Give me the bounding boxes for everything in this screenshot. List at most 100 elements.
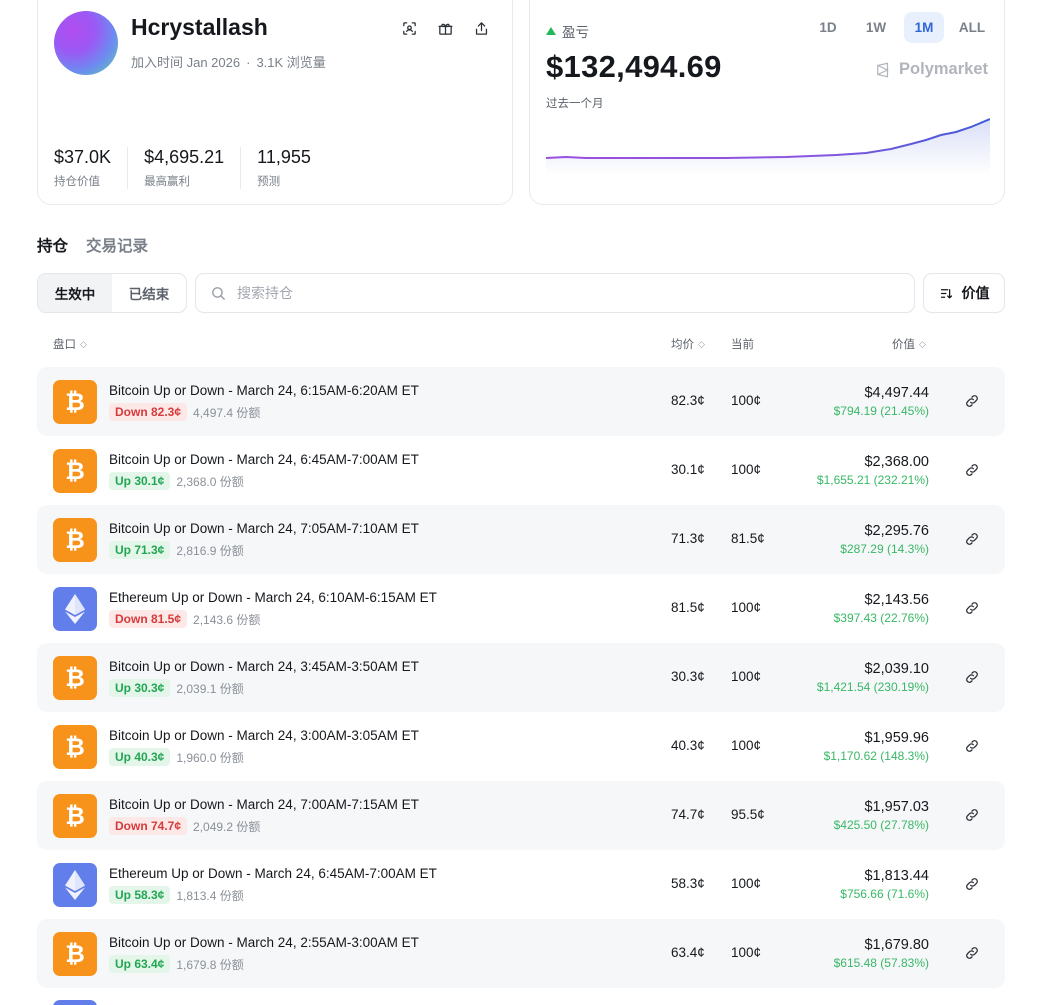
outcome-badge: Down 81.5¢: [109, 610, 188, 628]
range-1w[interactable]: 1W: [856, 12, 896, 43]
ethereum-icon: [53, 863, 97, 907]
filter-closed[interactable]: 已结束: [112, 274, 186, 312]
table-row[interactable]: ₿ Bitcoin Up or Down - March 24, 2:55AM-3…: [37, 919, 1005, 988]
value-gain: $397.43 (22.76%): [833, 611, 929, 625]
up-triangle-icon: [546, 27, 556, 35]
share-count: 2,368.0 份额: [176, 474, 244, 489]
sort-toggle-icon: ◇: [919, 338, 926, 349]
link-icon[interactable]: [964, 531, 980, 547]
market-title[interactable]: Bitcoin Up or Down - March 24, 6:45AM-7:…: [109, 452, 419, 467]
current-price: 95.5¢: [731, 807, 765, 822]
market-title[interactable]: Ethereum Up or Down - March 24, 6:10AM-6…: [109, 590, 437, 605]
position-value: $2,368.00 $1,655.21 (232.21%): [817, 454, 929, 487]
pnl-label-text: 盈亏: [562, 25, 589, 40]
outcome-badge: Up 63.4¢: [109, 955, 171, 973]
range-1m[interactable]: 1M: [904, 12, 944, 43]
bitcoin-symbol: ₿: [65, 939, 85, 968]
header-value[interactable]: 价值 ◇: [892, 336, 926, 352]
current-price: 100¢: [731, 393, 762, 408]
share-count: 2,039.1 份额: [176, 681, 244, 696]
sort-button[interactable]: 价值: [923, 273, 1005, 313]
bitcoin-symbol: ₿: [65, 732, 85, 761]
position-details: Up 30.3¢ 2,039.1 份额: [109, 679, 244, 697]
avatar[interactable]: [54, 11, 118, 75]
value-gain: $287.29 (14.3%): [840, 542, 929, 556]
range-1d[interactable]: 1D: [808, 12, 848, 43]
sort-label: 价值: [961, 285, 990, 301]
share-count: 1,960.0 份额: [176, 750, 244, 765]
link-icon[interactable]: [964, 669, 980, 685]
status-filter: 生效中 已结束: [37, 273, 187, 313]
share-count: 4,497.4 份额: [193, 405, 261, 420]
link-icon[interactable]: [964, 738, 980, 754]
ethereum-icon: [53, 587, 97, 631]
stat-value: $37.0K: [54, 147, 112, 167]
ethereum-symbol: [65, 870, 85, 900]
pnl-period: 过去一个月: [546, 98, 604, 110]
avg-price: 82.3¢: [671, 393, 705, 408]
range-all[interactable]: ALL: [952, 12, 992, 43]
link-icon[interactable]: [964, 807, 980, 823]
table-row[interactable]: Ethereum Up or Down - March 24, 6:10AM-6…: [37, 574, 1005, 643]
link-icon[interactable]: [964, 393, 980, 409]
table-row[interactable]: ₿ Bitcoin Up or Down - March 24, 3:00AM-3…: [37, 712, 1005, 781]
header-market[interactable]: 盘口 ◇: [53, 336, 87, 352]
bitcoin-symbol: ₿: [65, 456, 85, 485]
polymarket-logo-icon: [877, 61, 889, 78]
profile-stats: $37.0K 持仓价值 $4,695.21 最高赢利 11,955 预测: [54, 147, 343, 189]
market-title[interactable]: Bitcoin Up or Down - March 24, 6:15AM-6:…: [109, 383, 419, 398]
table-row[interactable]: ₿ Bitcoin Up or Down - March 24, 7:00AM-7…: [37, 781, 1005, 850]
profile-card: Hcrystallash 加入时间 Jan 2026 · 3.1K 浏览量 $37.…: [37, 0, 513, 205]
position-details: Down 74.7¢ 2,049.2 份额: [109, 817, 260, 835]
search-box: [195, 273, 915, 313]
outcome-badge: Down 82.3¢: [109, 403, 188, 421]
link-icon[interactable]: [964, 945, 980, 961]
outcome-badge: Up 30.3¢: [109, 679, 171, 697]
position-value: $4,497.44 $794.19 (21.45%): [834, 385, 929, 418]
market-title[interactable]: Bitcoin Up or Down - March 24, 7:00AM-7:…: [109, 797, 419, 812]
search-input[interactable]: [237, 285, 877, 301]
value-amount: $2,368.00: [864, 454, 929, 470]
market-title[interactable]: Bitcoin Up or Down - March 24, 2:55AM-3:…: [109, 935, 419, 950]
scan-icon[interactable]: [398, 17, 420, 39]
position-details: Up 58.3¢ 1,813.4 份额: [109, 886, 244, 904]
market-title[interactable]: Bitcoin Up or Down - March 24, 3:45AM-3:…: [109, 659, 419, 674]
market-title[interactable]: Bitcoin Up or Down - March 24, 7:05AM-7:…: [109, 521, 419, 536]
market-title[interactable]: Ethereum Up or Down - March 24, 6:45AM-7…: [109, 866, 437, 881]
share-icon[interactable]: [470, 17, 492, 39]
position-value: $2,295.76 $287.29 (14.3%): [840, 523, 929, 556]
pnl-label: 盈亏: [546, 21, 589, 41]
ethereum-symbol: [65, 594, 85, 624]
market-title[interactable]: Bitcoin Up or Down - March 24, 3:00AM-3:…: [109, 728, 419, 743]
avg-price: 71.3¢: [671, 531, 705, 546]
table-row[interactable]: ₿ Bitcoin Up or Down - March 24, 6:45AM-7…: [37, 436, 1005, 505]
position-value: $2,143.56 $397.43 (22.76%): [834, 592, 929, 625]
link-icon[interactable]: [964, 600, 980, 616]
current-price: 100¢: [731, 462, 762, 477]
tab-positions[interactable]: 持仓: [37, 234, 68, 256]
value-amount: $2,039.10: [864, 661, 929, 677]
table-row[interactable]: ₿ Bitcoin Up or Down - March 24, 6:15AM-6…: [37, 367, 1005, 436]
bitcoin-icon: ₿: [53, 449, 97, 493]
share-count: 2,049.2 份额: [193, 819, 261, 834]
header-avg[interactable]: 均价 ◇: [671, 336, 705, 352]
brand-label: Polymarket: [899, 60, 988, 78]
table-row[interactable]: ₿ Bitcoin Up or Down - March 24, 3:45AM-3…: [37, 643, 1005, 712]
join-date: 加入时间 Jan 2026: [131, 55, 241, 70]
filter-active[interactable]: 生效中: [38, 274, 112, 312]
value-amount: $1,679.80: [864, 937, 929, 953]
bitcoin-symbol: ₿: [65, 801, 85, 830]
position-details: Up 63.4¢ 1,679.8 份额: [109, 955, 244, 973]
value-amount: $1,959.96: [864, 730, 929, 746]
gift-icon[interactable]: [434, 17, 456, 39]
table-row[interactable]: Ethereum Up or Down - March 24, 6:45AM-7…: [37, 850, 1005, 919]
username: Hcrystallash: [131, 14, 268, 40]
link-icon[interactable]: [964, 876, 980, 892]
header-avg-label: 均价: [671, 339, 694, 351]
link-icon[interactable]: [964, 462, 980, 478]
profile-meta: 加入时间 Jan 2026 · 3.1K 浏览量: [131, 52, 326, 71]
bitcoin-icon: ₿: [53, 794, 97, 838]
tab-history[interactable]: 交易记录: [86, 234, 148, 256]
table-row[interactable]: ₿ Bitcoin Up or Down - March 24, 7:05AM-7…: [37, 505, 1005, 574]
value-gain: $756.66 (71.6%): [840, 887, 929, 901]
